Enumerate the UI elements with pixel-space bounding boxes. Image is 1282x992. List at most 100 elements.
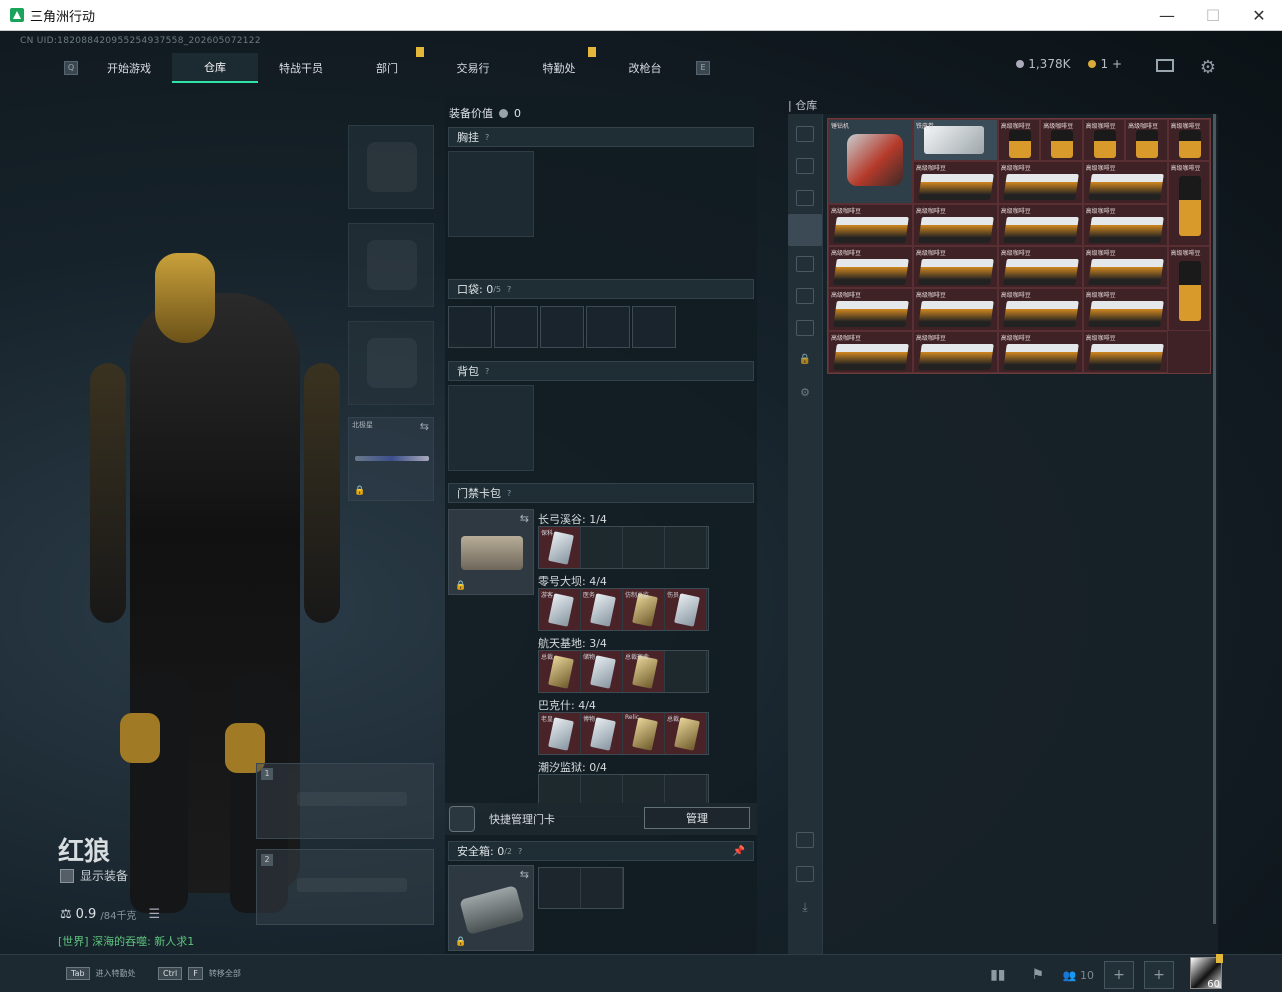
- helmet-category-icon[interactable]: [796, 126, 814, 142]
- swap-icon[interactable]: ⇆: [520, 868, 529, 881]
- add-currency-icon[interactable]: +: [1112, 57, 1122, 71]
- show-gear-toggle[interactable]: 显示装备: [60, 867, 128, 884]
- tab-warehouse[interactable]: 仓库: [172, 53, 258, 83]
- weapon-category-icon[interactable]: [796, 190, 814, 206]
- coffee-bean-item[interactable]: 高级咖啡豆: [1167, 119, 1210, 162]
- nav-prev-key[interactable]: Q: [64, 61, 78, 75]
- tab-market[interactable]: 交易行: [430, 53, 516, 83]
- sort-icon[interactable]: [796, 832, 814, 848]
- manage-button[interactable]: 管理: [644, 807, 750, 829]
- keycard-item[interactable]: 医务: [581, 589, 623, 630]
- collectibles-category-icon[interactable]: [796, 320, 814, 336]
- medical-category-icon[interactable]: [796, 288, 814, 304]
- show-gear-checkbox[interactable]: [60, 868, 74, 883]
- coffee-bean-item[interactable]: 高级咖啡豆: [912, 330, 998, 373]
- coffee-bean-item[interactable]: 高级咖啡豆: [1082, 245, 1168, 289]
- keycard-empty-slot[interactable]: [665, 651, 707, 692]
- player-avatar[interactable]: 60: [1190, 954, 1223, 990]
- armor-slot[interactable]: [348, 223, 434, 307]
- keycard-item[interactable]: 保科: [539, 527, 581, 568]
- keycard-item[interactable]: 游客: [539, 589, 581, 630]
- coffee-bean-item[interactable]: 高级咖啡豆: [1040, 119, 1083, 162]
- keycard-empty-slot[interactable]: [665, 527, 707, 568]
- coffee-bean-item[interactable]: 高级咖啡豆: [912, 245, 998, 289]
- add-teammate-button[interactable]: +: [1104, 961, 1134, 989]
- coffee-bean-item[interactable]: 高级咖啡豆: [912, 288, 998, 331]
- silver-currency[interactable]: 1,378K: [1016, 57, 1070, 71]
- safe-cell[interactable]: [581, 868, 623, 908]
- drill-item[interactable]: 锤钻机: [828, 119, 913, 204]
- layers-icon[interactable]: [796, 866, 814, 882]
- tab-special-ops[interactable]: 特勤处: [516, 47, 602, 83]
- coffee-bean-item[interactable]: 高级咖啡豆: [828, 330, 913, 373]
- maximize-button[interactable]: ☐: [1190, 0, 1236, 30]
- coffee-bean-item[interactable]: 高级咖啡豆: [1167, 245, 1210, 331]
- coffee-bean-item[interactable]: 高级咖啡豆: [912, 161, 998, 204]
- chest-rig-slot[interactable]: [448, 151, 534, 237]
- keycard-item[interactable]: 伤员: [665, 589, 707, 630]
- transfer-icon[interactable]: ⤓: [796, 900, 814, 916]
- close-button[interactable]: ✕: [1236, 0, 1282, 30]
- tab-operators[interactable]: 特战干员: [258, 53, 344, 83]
- keycard-item[interactable]: 总裁: [539, 651, 581, 692]
- keycard-item[interactable]: 总裁: [665, 713, 707, 754]
- coffee-bean-item[interactable]: 高级咖啡豆: [828, 288, 913, 331]
- nav-next-key[interactable]: E: [696, 61, 710, 75]
- keycard-empty-slot[interactable]: [581, 527, 623, 568]
- keycard-empty-slot[interactable]: [623, 527, 665, 568]
- coffee-bean-item[interactable]: 高级咖啡豆: [1082, 288, 1168, 331]
- help-icon[interactable]: ?: [485, 133, 489, 142]
- list-icon[interactable]: ☰: [148, 907, 160, 922]
- coffee-bean-item[interactable]: 高级咖啡豆: [997, 330, 1083, 373]
- safe-box-slot[interactable]: ⇆ 🔒: [448, 865, 534, 951]
- ammo-category-icon[interactable]: [796, 256, 814, 272]
- all-items-category-icon[interactable]: [788, 214, 822, 246]
- coffee-bean-item[interactable]: 高级咖啡豆: [997, 161, 1083, 204]
- keycard-case-slot[interactable]: ⇆ 🔒: [448, 509, 534, 595]
- coffee-bean-item[interactable]: 高级咖啡豆: [997, 119, 1041, 162]
- coffee-bean-item[interactable]: 高级咖啡豆: [1082, 203, 1168, 246]
- help-icon[interactable]: ?: [507, 489, 511, 498]
- lock-icon[interactable]: 🔒: [796, 354, 814, 370]
- coffee-bean-item[interactable]: 高级咖啡豆: [1082, 330, 1168, 373]
- friends-count[interactable]: 👥 10: [1063, 969, 1094, 982]
- pocket-slot[interactable]: [448, 306, 492, 348]
- coffee-bean-item[interactable]: 高级咖啡豆: [828, 245, 913, 289]
- tab-gunsmith[interactable]: 改枪台: [602, 53, 688, 83]
- secondary-weapon-slot[interactable]: 2: [256, 849, 434, 925]
- settings-icon[interactable]: ⚙: [796, 386, 814, 402]
- tab-start-game[interactable]: 开始游戏: [86, 53, 172, 83]
- helmet-slot[interactable]: [348, 125, 434, 209]
- keycard-item[interactable]: 总裁宿舍: [623, 651, 665, 692]
- world-chat-line[interactable]: [世界] 深海的吞噬: 新人求1: [58, 933, 194, 949]
- pocket-slot[interactable]: [540, 306, 584, 348]
- add-teammate-button[interactable]: +: [1144, 961, 1174, 989]
- armor-category-icon[interactable]: [796, 158, 814, 174]
- coffee-bean-item[interactable]: 高级咖啡豆: [1125, 119, 1168, 162]
- pin-icon[interactable]: 📌: [733, 846, 745, 857]
- coffee-bean-item[interactable]: 高级咖啡豆: [997, 245, 1083, 289]
- help-icon[interactable]: ?: [485, 367, 489, 376]
- coffee-bean-item[interactable]: 高级咖啡豆: [912, 203, 998, 246]
- melee-slot[interactable]: 北极星 ⇆ 🔒: [348, 417, 434, 501]
- pocket-slot[interactable]: [494, 306, 538, 348]
- pocket-slot[interactable]: [632, 306, 676, 348]
- coffee-bean-item[interactable]: 高级咖啡豆: [1082, 161, 1168, 204]
- coffee-bean-item[interactable]: 高级咖啡豆: [1082, 119, 1126, 162]
- help-icon[interactable]: ?: [507, 285, 511, 294]
- keycard-item[interactable]: 储物: [581, 651, 623, 692]
- swap-icon[interactable]: ⇆: [420, 420, 429, 433]
- flag-icon[interactable]: ⚑: [1023, 961, 1053, 989]
- keycard-item[interactable]: 仿制总监: [623, 589, 665, 630]
- primary-weapon-slot[interactable]: 1: [256, 763, 434, 839]
- safe-cell[interactable]: [539, 868, 581, 908]
- coffee-bean-item[interactable]: 高级咖啡豆: [828, 203, 913, 246]
- minimize-button[interactable]: —: [1144, 0, 1190, 30]
- pistol-slot[interactable]: [348, 321, 434, 405]
- coffee-bean-item[interactable]: 高级咖啡豆: [1167, 161, 1210, 246]
- mail-icon[interactable]: [1156, 59, 1174, 72]
- tab-department[interactable]: 部门: [344, 47, 430, 83]
- stats-icon[interactable]: ▮▮: [983, 961, 1013, 989]
- warehouse-scrollbar[interactable]: [1213, 114, 1216, 924]
- gold-currency[interactable]: 1 +: [1088, 57, 1122, 71]
